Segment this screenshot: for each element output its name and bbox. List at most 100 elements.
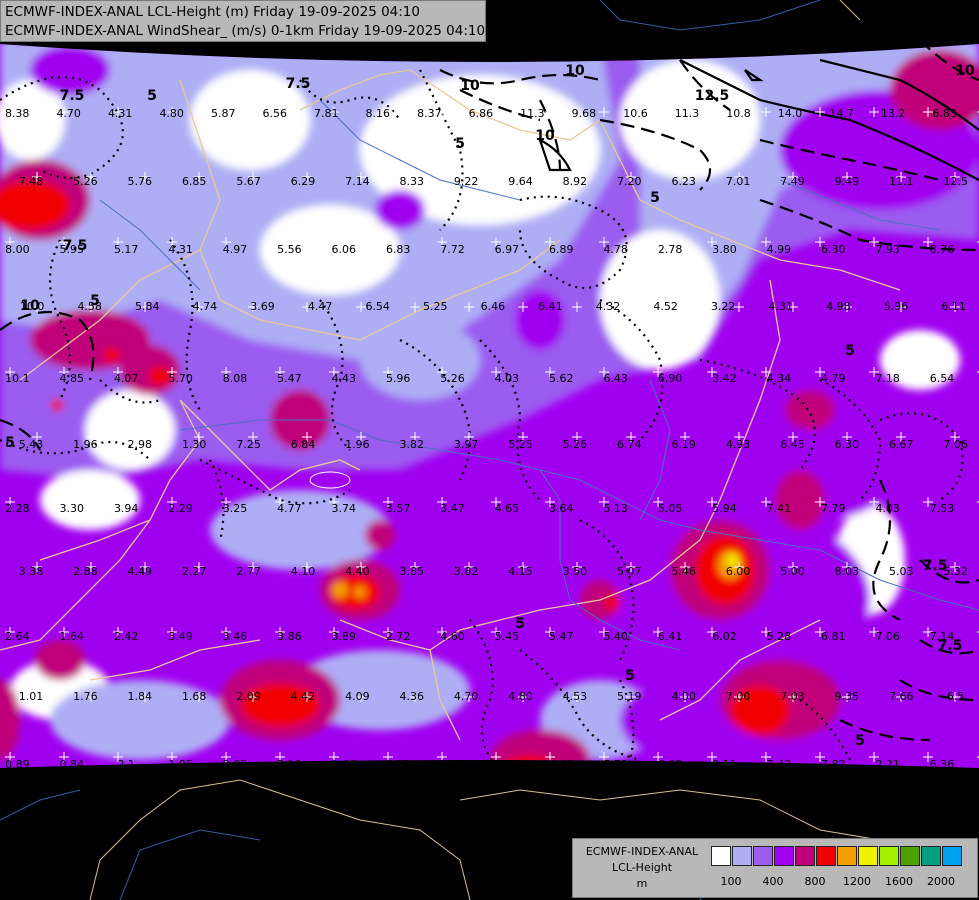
value-label: 6.54 [930,372,955,385]
value-label: 14.0 [778,107,803,120]
legend-title-variable: LCL-Height [611,861,673,874]
value-label: 6.23 [671,175,696,188]
value-label: 6.67 [889,438,914,451]
value-label: 3.30 [60,502,85,515]
value-label: 5.47 [549,630,574,643]
value-label: 4.70 [454,690,479,703]
value-label: 2.1 [117,758,135,771]
value-label: 3.38 [19,565,44,578]
value-label: 2.21 [875,758,900,771]
value-label: 8.16 [366,107,391,120]
value-label: 8.11 [712,758,737,771]
contour-label: 5 [845,343,855,359]
value-label: 5.07 [617,565,642,578]
value-label: 6.90 [658,372,683,385]
legend-swatch [837,846,857,866]
value-label: 6.02 [712,630,737,643]
value-label: 6.81 [821,630,846,643]
value-label: 4.42 [291,690,316,703]
value-label: 5.62 [549,372,574,385]
value-label: 4.65 [495,502,520,515]
value-label: 5.19 [617,690,642,703]
contour-label: 7.5 [60,88,85,104]
value-label: 5.95 [60,243,85,256]
value-label: 7.53 [930,502,955,515]
value-label: 4.79 [821,372,846,385]
value-label: 3.80 [712,243,737,256]
value-label: 3.89 [332,630,357,643]
value-label: 3.46 [223,630,248,643]
value-label: 7.43 [767,758,792,771]
value-label: 4.10 [291,565,316,578]
map-stage: 10 10 10 12.5 10 7.5 7.5 5 5 7.5 10 5 5 5 5 7.5 5 5 7.5 5 8… [0,0,979,900]
value-label: 4.93 [726,438,751,451]
value-label: 7.06 [875,630,900,643]
value-label: 4.43 [332,372,357,385]
value-label: 4.78 [603,243,628,256]
value-label: 13.2 [881,107,906,120]
value-label: 8.08 [223,372,248,385]
value-label: 1.30 [182,438,207,451]
contour-label: 10 [565,63,585,79]
value-label: 3.94 [114,502,139,515]
value-label: 7.14 [930,630,955,643]
value-label: 5.87 [211,107,236,120]
value-label: 3.49 [168,630,193,643]
value-label: 2.15 [386,758,411,771]
value-label: 10.6 [623,107,648,120]
value-label: 6.84 [291,438,316,451]
value-label: 1.96 [73,438,98,451]
value-label: 10.1 [5,372,30,385]
legend-swatch [711,846,731,866]
value-label: 6.86 [469,107,494,120]
value-label: 4.80 [508,690,533,703]
map-title-box: ECMWF-INDEX-ANAL LCL-Height (m) Friday 1… [0,0,486,42]
value-label: 2.66 [332,758,357,771]
value-label: 7.18 [875,372,900,385]
value-label: 7.41 [767,502,792,515]
value-label: 4.97 [223,243,248,256]
value-label: 6.54 [365,300,390,313]
contour-label: 5 [625,668,635,684]
contour-label: 5 [5,435,15,451]
value-label: 5.40 [603,630,628,643]
value-label: 1.76 [73,690,98,703]
weather-map[interactable]: 10101012.5107.57.5 557.510 55557.5557.55 8… [0,0,979,900]
value-label: 9.49 [835,175,860,188]
value-label: 4.31 [769,300,794,313]
value-label: 14.7 [829,107,854,120]
legend-swatch [774,846,794,866]
value-label: 4.36 [400,690,425,703]
value-label: 2.19 [277,758,302,771]
value-label: 4.15 [508,565,533,578]
contour-label: 5 [147,88,157,104]
value-label: 2.09 [236,690,261,703]
value-label: 6.5 [947,690,965,703]
value-label: 4.74 [193,300,218,313]
value-label: 8.00 [5,243,30,256]
value-label: 5.32 [943,565,968,578]
value-label: 8.03 [835,565,860,578]
value-label: 0.84 [60,758,85,771]
value-label: 4.85 [60,372,85,385]
value-label: 4.31 [108,107,133,120]
value-label: 11.1 [889,175,914,188]
legend-swatch [921,846,941,866]
value-label: 4.98 [826,300,851,313]
value-label: 10.0 [20,300,45,313]
value-label: 4.34 [767,372,792,385]
value-label: 6.36 [930,758,955,771]
value-label: 6.06 [332,243,357,256]
value-label: 5.51 [603,758,628,771]
legend-tick-label: 1200 [843,875,871,888]
value-label: 11.3 [520,107,545,120]
value-label: 5.45 [495,630,520,643]
legend-swatch [879,846,899,866]
value-label: 5.25 [508,438,533,451]
value-label: 2.28 [5,502,30,515]
value-label: 5.47 [277,372,302,385]
value-label: 7.06 [943,438,968,451]
value-label: 4.03 [875,502,900,515]
value-label: 2.98 [128,438,153,451]
value-label: 2.77 [236,565,261,578]
